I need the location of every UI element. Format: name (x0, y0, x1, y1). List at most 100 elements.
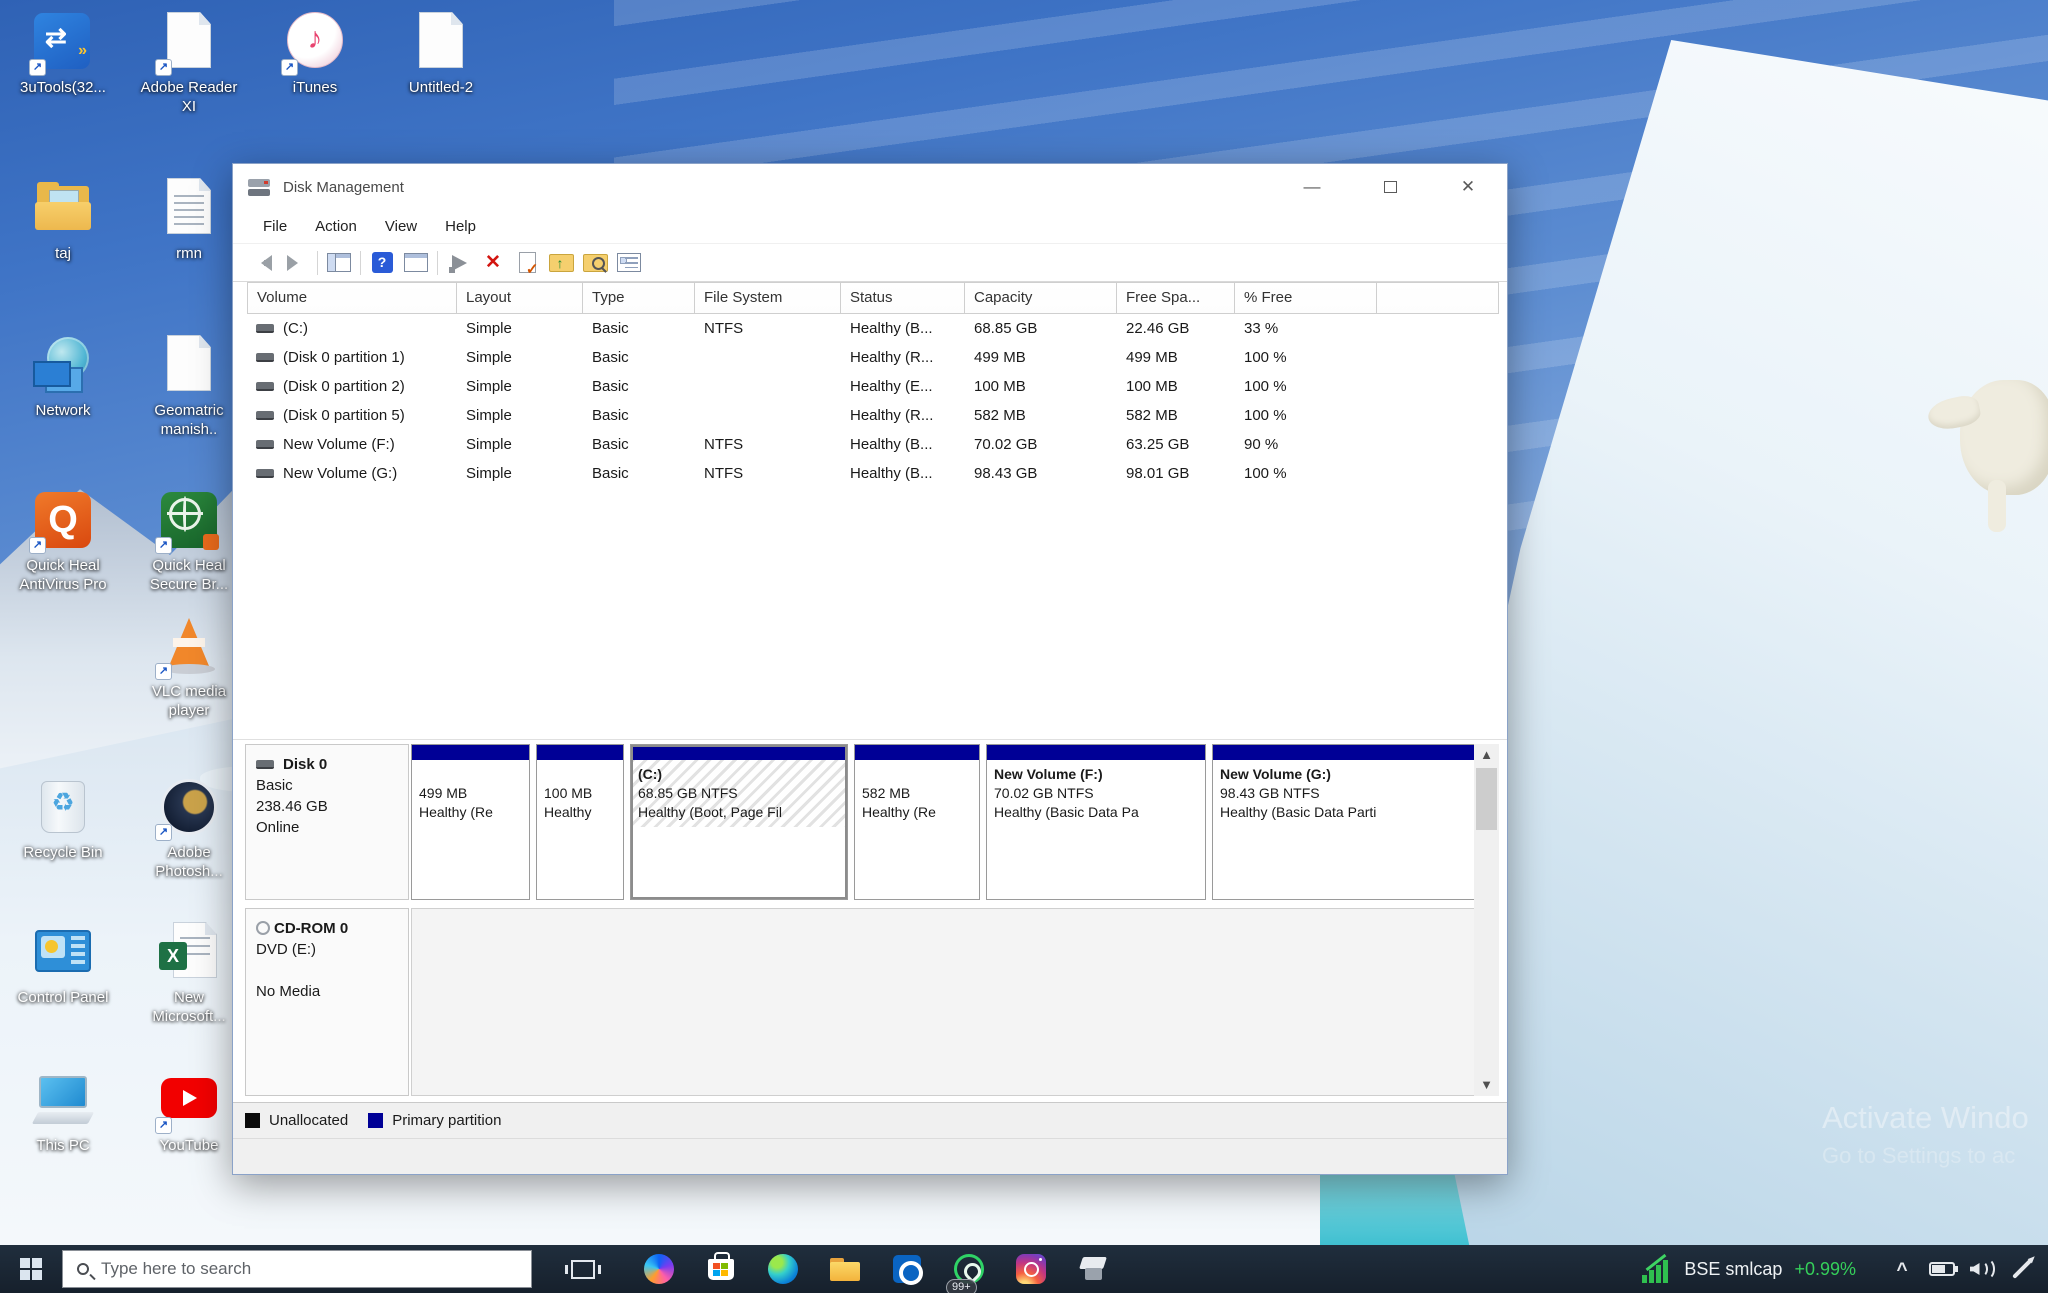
column-header-layout[interactable]: Layout (457, 282, 583, 314)
volume-row-partition1[interactable]: (Disk 0 partition 1) Simple Basic Health… (247, 343, 1499, 372)
microsoft-store-button[interactable] (690, 1245, 752, 1293)
volume-row-g[interactable]: New Volume (G:) Simple Basic NTFS Health… (247, 459, 1499, 488)
desktop-icon-recycle-bin[interactable]: ♻ Recycle Bin (10, 775, 116, 863)
cell-status: Healthy (R... (841, 343, 965, 372)
search-input[interactable] (101, 1259, 481, 1279)
edge-button[interactable] (752, 1245, 814, 1293)
activate-windows-watermark: Activate Windo Go to Settings to ac (1822, 1100, 2048, 1169)
desktop-icon-new-excel[interactable]: X New Microsoft... (136, 920, 242, 1027)
partition-recovery-582mb[interactable]: 582 MBHealthy (Re (854, 744, 980, 900)
menu-view[interactable]: View (371, 218, 431, 235)
desktop-icon-this-pc[interactable]: This PC (10, 1068, 116, 1156)
start-button[interactable] (0, 1245, 62, 1293)
cell-capacity: 582 MB (965, 401, 1117, 430)
column-header-freespace[interactable]: Free Spa... (1117, 282, 1235, 314)
desktop-icon-adobe-photoshop[interactable]: ↗ Adobe Photosh... (136, 775, 242, 882)
instagram-button[interactable] (1000, 1245, 1062, 1293)
close-button[interactable]: ✕ (1429, 164, 1507, 210)
column-header-freepct[interactable]: % Free (1235, 282, 1377, 314)
file-explorer-button[interactable] (814, 1245, 876, 1293)
document-icon (167, 335, 211, 391)
callout-button[interactable] (442, 248, 476, 278)
scrollbar-thumb[interactable] (1476, 768, 1497, 830)
partition-f[interactable]: New Volume (F:)70.02 GB NTFSHealthy (Bas… (986, 744, 1206, 900)
desktop-icon-3utools[interactable]: ⇄»↗ 3uTools(32... (10, 10, 116, 98)
shortcut-arrow-icon: ↗ (155, 59, 172, 76)
forward-button[interactable] (279, 248, 313, 278)
desktop-icon-geomatric[interactable]: Geomatric manish.. (136, 333, 242, 440)
partition-c[interactable]: (C:)68.85 GB NTFSHealthy (Boot, Page Fil (630, 744, 848, 900)
folder-photo-icon (31, 176, 95, 240)
disk0-info-panel[interactable]: Disk 0 Basic 238.46 GB Online (245, 744, 409, 900)
show-action-pane-button[interactable] (399, 248, 433, 278)
desktop-icon-quick-heal-antivirus[interactable]: Q↗ Quick Heal AntiVirus Pro (10, 488, 116, 595)
outlook-button[interactable] (876, 1245, 938, 1293)
copilot-icon (644, 1254, 674, 1284)
desktop-icon-label: iTunes (262, 79, 368, 98)
desktop-icon-youtube[interactable]: ↗ YouTube (136, 1068, 242, 1156)
pen-button[interactable] (2002, 1245, 2042, 1293)
cell-capacity: 98.43 GB (965, 459, 1117, 488)
volume-row-f[interactable]: New Volume (F:) Simple Basic NTFS Health… (247, 430, 1499, 459)
column-header-volume[interactable]: Volume (247, 282, 457, 314)
scroll-up-icon[interactable]: ▲ (1474, 744, 1499, 766)
hidden-icons-button[interactable]: ^ (1882, 1245, 1922, 1293)
partition-efi-100mb[interactable]: 100 MBHealthy (536, 744, 624, 900)
column-header-capacity[interactable]: Capacity (965, 282, 1117, 314)
system-tray: BSE smlcap +0.99% ^ (1642, 1245, 2048, 1293)
folder-upload-button[interactable] (544, 248, 578, 278)
desktop-icon-quick-heal-secure[interactable]: ↗ Quick Heal Secure Br... (136, 488, 242, 595)
3d-viewer-button[interactable] (1062, 1245, 1124, 1293)
desktop-icon-itunes[interactable]: ♪↗ iTunes (262, 10, 368, 98)
show-console-tree-button[interactable] (322, 248, 356, 278)
column-header-status[interactable]: Status (841, 282, 965, 314)
ticker-change[interactable]: +0.99% (1794, 1259, 1856, 1280)
volume-row-partition5[interactable]: (Disk 0 partition 5) Simple Basic Health… (247, 401, 1499, 430)
back-button[interactable] (245, 248, 279, 278)
search-icon (77, 1263, 89, 1275)
graph-scrollbar[interactable]: ▲ ▼ (1474, 744, 1499, 1096)
partition-color-bar (537, 745, 623, 760)
partition-g[interactable]: New Volume (G:)98.43 GB NTFSHealthy (Bas… (1212, 744, 1476, 900)
whatsapp-button[interactable]: 99+ (938, 1245, 1000, 1293)
cell-status: Healthy (B... (841, 314, 965, 343)
volume-button[interactable] (1962, 1245, 2002, 1293)
volume-row-partition2[interactable]: (Disk 0 partition 2) Simple Basic Health… (247, 372, 1499, 401)
ticker-name[interactable]: BSE smlcap (1684, 1259, 1782, 1280)
drive-icon (256, 440, 274, 449)
battery-button[interactable] (1922, 1245, 1962, 1293)
delete-volume-button[interactable]: ✕ (476, 248, 510, 278)
title-bar[interactable]: Disk Management — ✕ (233, 164, 1507, 210)
desktop-icon-adobe-reader[interactable]: ↗ Adobe Reader XI (136, 10, 242, 117)
cdrom-empty-area (411, 908, 1476, 1096)
cdrom-info-panel[interactable]: CD-ROM 0 DVD (E:) No Media (245, 908, 409, 1096)
desktop-icon-rmn[interactable]: rmn (136, 176, 242, 264)
partition-recovery-499mb[interactable]: 499 MBHealthy (Re (411, 744, 530, 900)
desktop-icon-vlc[interactable]: ↗ VLC media player (136, 614, 242, 721)
desktop-icon-untitled2[interactable]: Untitled-2 (388, 10, 494, 98)
scroll-down-icon[interactable]: ▼ (1474, 1074, 1499, 1096)
menu-help[interactable]: Help (431, 218, 490, 235)
cell-freepct: 100 % (1235, 372, 1377, 401)
copilot-button[interactable] (628, 1245, 690, 1293)
desktop-icon-network[interactable]: Network (10, 333, 116, 421)
disk0-status: Online (256, 817, 408, 838)
properties-button[interactable] (612, 248, 646, 278)
menu-action[interactable]: Action (301, 218, 371, 235)
help-button[interactable]: ? (365, 248, 399, 278)
column-header-filesystem[interactable]: File System (695, 282, 841, 314)
volume-row-c[interactable]: (C:) Simple Basic NTFS Healthy (B... 68.… (247, 314, 1499, 343)
validate-button[interactable] (510, 248, 544, 278)
task-view-button[interactable] (552, 1245, 614, 1293)
speaker-icon (1970, 1263, 1980, 1275)
maximize-button[interactable] (1351, 164, 1429, 210)
folder-search-button[interactable] (578, 248, 612, 278)
stock-ticker-icon[interactable] (1642, 1255, 1672, 1283)
taskbar-search[interactable] (62, 1250, 532, 1288)
desktop-icon-control-panel[interactable]: Control Panel (10, 920, 116, 1008)
minimize-button[interactable]: — (1273, 164, 1351, 210)
desktop-icon-taj[interactable]: taj (10, 176, 116, 264)
column-header-type[interactable]: Type (583, 282, 695, 314)
menu-file[interactable]: File (249, 218, 301, 235)
pen-icon (2012, 1259, 2032, 1279)
